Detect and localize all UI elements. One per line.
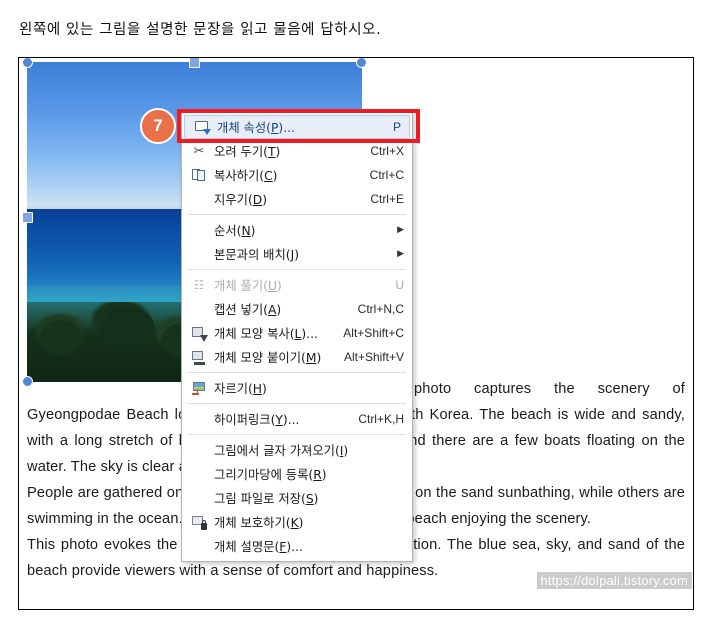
resize-handle-top-left[interactable] [22,57,33,68]
menu-separator [188,269,406,270]
menu-item-accel: U [395,278,404,292]
menu-item-extract-text-from-image[interactable]: 그림에서 글자 가져오기(I) [182,438,412,462]
menu-item-save-as-image-file[interactable]: 그림 파일로 저장(S) [182,486,412,510]
lock-icon [188,513,210,531]
no-icon [188,441,210,459]
no-icon [188,300,210,318]
menu-item-label: 하이퍼링크(Y)... [214,410,346,428]
menu-item-label: 순서(N) [214,221,384,239]
no-icon [188,221,210,239]
menu-item-copy-shape[interactable]: 개체 모양 복사(L)... Alt+Shift+C [182,321,412,345]
menu-item-label: 본문과의 배치(J) [214,245,384,263]
menu-item-object-properties[interactable]: 개체 속성(P)... P [184,115,410,139]
menu-item-object-description[interactable]: 개체 설명문(F)... [182,534,412,558]
resize-handle-top-right[interactable] [356,57,367,68]
menu-item-paste-shape[interactable]: 개체 모양 붙이기(M) Alt+Shift+V [182,345,412,369]
menu-item-insert-caption[interactable]: 캡션 넣기(A) Ctrl+N,C [182,297,412,321]
menu-item-accel: P [393,120,401,134]
menu-item-label: 그리기마당에 등록(R) [214,465,404,483]
menu-item-hyperlink[interactable]: 하이퍼링크(Y)... Ctrl+K,H [182,407,412,431]
no-icon [188,465,210,483]
no-icon [188,245,210,263]
menu-item-label: 그림에서 글자 가져오기(I) [214,441,404,459]
step-number-badge: 7 [140,108,176,144]
menu-item-accel: Ctrl+C [370,168,404,182]
tree-blob [101,307,155,351]
menu-item-protect-object[interactable]: 개체 보호하기(K) [182,510,412,534]
scissors-icon: ✂ [188,142,210,160]
no-icon [188,537,210,555]
menu-separator [188,214,406,215]
chevron-right-icon: ▶ [394,249,404,259]
menu-item-label: 지우기(D) [214,190,358,208]
menu-item-accel: Ctrl+X [370,144,404,158]
menu-item-text-wrap[interactable]: 본문과의 배치(J) ▶ [182,242,412,266]
menu-separator [188,403,406,404]
no-icon [188,489,210,507]
menu-item-accel: Ctrl+K,H [358,412,404,426]
object-properties-icon [191,118,213,136]
menu-item-label: 그림 파일로 저장(S) [214,489,404,507]
resize-handle-bottom-left[interactable] [22,376,33,387]
menu-item-accel: Ctrl+E [370,192,404,206]
menu-item-cut[interactable]: ✂ 오려 두기(T) Ctrl+X [182,139,412,163]
chevron-right-icon: ▶ [394,225,404,235]
menu-separator [188,372,406,373]
resize-handle-middle-left[interactable] [22,212,33,223]
menu-item-label: 개체 보호하기(K) [214,513,404,531]
shape-copy-icon [188,324,210,342]
ungroup-icon: ☷ [188,276,210,294]
menu-item-label: 오려 두기(T) [214,142,358,160]
menu-item-delete[interactable]: 지우기(D) Ctrl+E [182,187,412,211]
menu-item-copy[interactable]: 복사하기(C) Ctrl+C [182,163,412,187]
menu-item-register-to-drawing-gallery[interactable]: 그리기마당에 등록(R) [182,462,412,486]
shape-paste-icon [188,348,210,366]
no-icon [188,410,210,428]
menu-item-order[interactable]: 순서(N) ▶ [182,218,412,242]
crop-icon [188,379,210,397]
menu-item-accel: Alt+Shift+C [343,326,404,340]
menu-item-accel: Ctrl+N,C [358,302,404,316]
site-watermark: https://dolpali.tistory.com [537,572,693,589]
menu-item-ungroup: ☷ 개체 풀기(U) U [182,273,412,297]
menu-item-label: 자르기(H) [214,379,404,397]
menu-item-label: 개체 모양 붙이기(M) [214,348,332,366]
menu-item-label: 개체 속성(P)... [217,118,381,136]
page-instruction: 왼쪽에 있는 그림을 설명한 문장을 읽고 물음에 답하시오. [19,18,381,39]
menu-item-crop[interactable]: 자르기(H) [182,376,412,400]
menu-item-accel: Alt+Shift+V [344,350,404,364]
menu-item-label: 개체 설명문(F)... [214,537,404,555]
resize-handle-top-center[interactable] [189,57,200,68]
copy-icon [188,166,210,184]
tree-blob [40,320,82,356]
menu-item-label: 개체 풀기(U) [214,276,383,294]
image-context-menu[interactable]: 개체 속성(P)... P ✂ 오려 두기(T) Ctrl+X 복사하기(C) … [181,112,413,562]
no-icon [188,190,210,208]
menu-separator [188,434,406,435]
menu-item-label: 개체 모양 복사(L)... [214,324,331,342]
menu-item-label: 복사하기(C) [214,166,358,184]
menu-item-label: 캡션 넣기(A) [214,300,346,318]
